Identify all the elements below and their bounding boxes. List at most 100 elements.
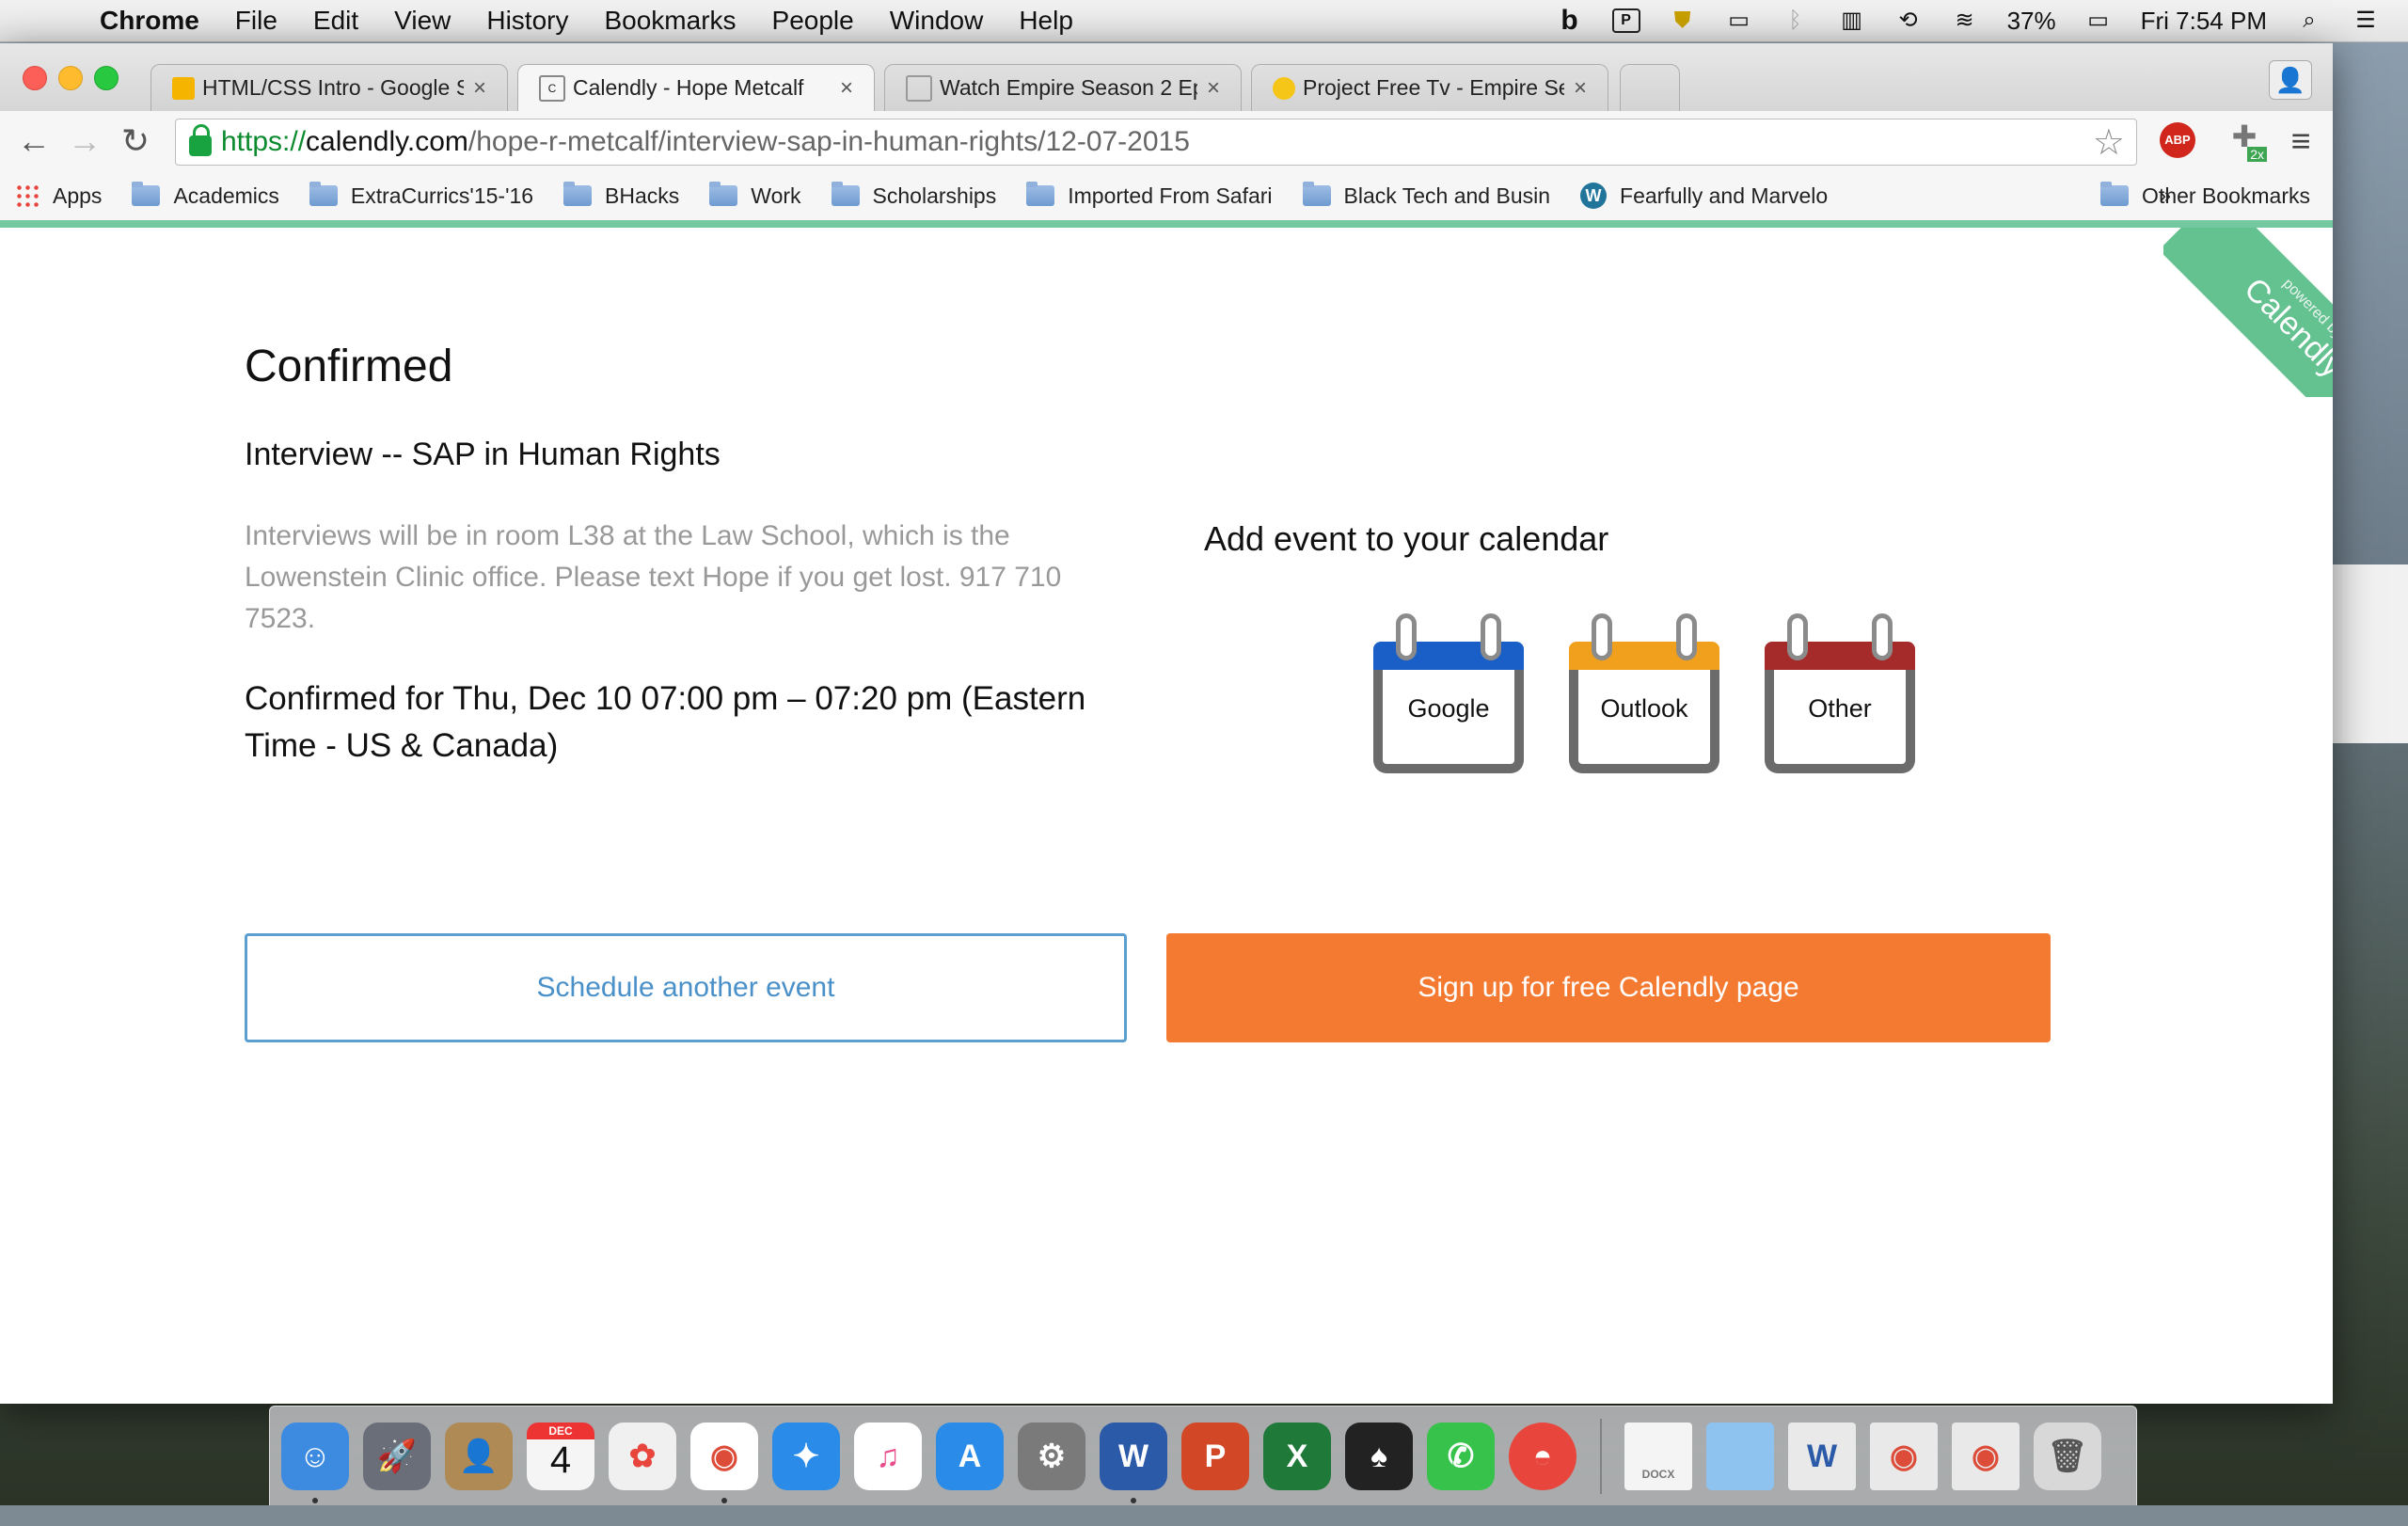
- menu-edit[interactable]: Edit: [313, 6, 358, 36]
- bookmark-label: Black Tech and Busin: [1343, 183, 1551, 208]
- chrome-icon[interactable]: ◉: [690, 1422, 758, 1503]
- chrome-doc-thumb-icon[interactable]: ◉: [1952, 1422, 2020, 1490]
- tab-strip: HTML/CSS Intro - Google S × C Calendly -…: [0, 43, 2333, 111]
- spotlight-search-icon[interactable]: ⌕: [2295, 8, 2323, 33]
- shield-icon[interactable]: ⛊: [1669, 8, 1697, 33]
- tab-project-free-tv[interactable]: Project Free Tv - Empire Se ×: [1251, 64, 1608, 111]
- forward-arrow-icon[interactable]: →: [64, 120, 105, 162]
- menu-file[interactable]: File: [235, 6, 277, 36]
- tab-calendly[interactable]: C Calendly - Hope Metcalf ×: [517, 64, 875, 111]
- wordpress-icon: W: [1580, 183, 1608, 209]
- battery-icon[interactable]: ▭: [2084, 8, 2113, 33]
- finder-icon[interactable]: ☺: [281, 1422, 349, 1503]
- tab-title: HTML/CSS Intro - Google S: [202, 75, 464, 100]
- google-calendar-button[interactable]: Google: [1373, 613, 1524, 773]
- menu-help[interactable]: Help: [1019, 6, 1073, 36]
- powered-by-calendly-ribbon[interactable]: powered by Calendly: [2163, 228, 2333, 397]
- safari-icon[interactable]: ✦: [772, 1422, 840, 1490]
- bookmark-label: ExtraCurrics'15-'16: [350, 183, 534, 208]
- adblock-plus-icon[interactable]: ABP: [2160, 122, 2195, 158]
- zoom-window-button[interactable]: [94, 66, 119, 90]
- chrome-doc-thumb-icon[interactable]: ◉: [1870, 1422, 1938, 1490]
- itunes-icon[interactable]: ♫: [854, 1422, 922, 1490]
- memory-icon[interactable]: ▥: [1838, 8, 1866, 33]
- event-name: Interview -- SAP in Human Rights: [245, 437, 721, 472]
- bookmark-fearfully-marvelous[interactable]: W Fearfully and Marvelo: [1580, 183, 1828, 209]
- reload-icon[interactable]: ↻: [115, 120, 156, 162]
- photos-icon[interactable]: ✿: [609, 1422, 676, 1490]
- running-indicator: [312, 1497, 318, 1503]
- blank-page-icon: [906, 74, 932, 102]
- bluetooth-icon[interactable]: ᛒ: [1782, 8, 1810, 33]
- bookmark-folder-black-tech[interactable]: Black Tech and Busin: [1302, 182, 1551, 209]
- trash-icon[interactable]: 🗑: [2034, 1422, 2101, 1490]
- menu-bookmarks[interactable]: Bookmarks: [604, 6, 736, 36]
- menu-view[interactable]: View: [394, 6, 451, 36]
- facetime-icon[interactable]: ✆: [1427, 1422, 1495, 1490]
- bookmark-folder-academics[interactable]: Academics: [132, 182, 279, 209]
- menubar-clock[interactable]: Fri 7:54 PM: [2141, 7, 2267, 36]
- bookmark-folder-extracurrics[interactable]: ExtraCurrics'15-'16: [309, 182, 534, 209]
- google-slides-icon: [172, 76, 195, 100]
- address-bar[interactable]: https:// calendly.com /hope-r-metcalf/in…: [175, 119, 2137, 166]
- system-preferences-icon[interactable]: ⚙: [1018, 1422, 1085, 1490]
- ribbon-band: powered by Calendly: [2163, 228, 2333, 397]
- menu-people[interactable]: People: [772, 6, 854, 36]
- outlook-calendar-button[interactable]: Outlook: [1569, 613, 1719, 773]
- folder-icon: [563, 182, 593, 206]
- launchpad-icon[interactable]: 🚀: [363, 1422, 431, 1490]
- pocket-p-icon[interactable]: P: [1611, 8, 1640, 33]
- bookmark-folder-imported-safari[interactable]: Imported From Safari: [1026, 182, 1273, 209]
- menu-app-name[interactable]: Chrome: [100, 6, 199, 36]
- chrome-menu-icon[interactable]: ≡: [2280, 120, 2321, 162]
- profile-icon[interactable]: 👤: [2269, 60, 2312, 100]
- battery-percent[interactable]: 37%: [2007, 7, 2056, 36]
- close-tab-icon[interactable]: ×: [1207, 75, 1220, 102]
- minimize-window-button[interactable]: [58, 66, 83, 90]
- powerpoint-icon[interactable]: P: [1181, 1422, 1249, 1490]
- docx-file-icon[interactable]: DOCX: [1624, 1422, 1692, 1490]
- tab-watch-empire[interactable]: Watch Empire Season 2 Ep ×: [884, 64, 1242, 111]
- close-tab-icon[interactable]: ×: [1574, 75, 1587, 102]
- bookmark-label: Imported From Safari: [1068, 183, 1273, 208]
- menu-history[interactable]: History: [486, 6, 568, 36]
- tab-title: Calendly - Hope Metcalf: [573, 75, 804, 100]
- new-tab-button[interactable]: [1620, 64, 1680, 111]
- bookmark-folder-scholarships[interactable]: Scholarships: [831, 182, 996, 209]
- app-store-icon[interactable]: A: [936, 1422, 1004, 1490]
- project-free-tv-icon: [1273, 76, 1295, 100]
- other-calendar-button[interactable]: Other: [1765, 613, 1915, 773]
- browser-toolbar: ← → ↻ https:// calendly.com /hope-r-metc…: [0, 111, 2333, 171]
- calendar-ring-icon: [1481, 613, 1501, 660]
- tab-html-css-intro[interactable]: HTML/CSS Intro - Google S ×: [150, 64, 508, 111]
- extension-puzzle-icon[interactable]: ✚ 2x: [2224, 119, 2267, 162]
- bookmark-folder-other[interactable]: Other Bookmarks: [2100, 182, 2310, 209]
- schedule-another-event-button[interactable]: Schedule another event: [245, 933, 1127, 1042]
- spade-game-icon[interactable]: ♠: [1345, 1422, 1413, 1490]
- wifi-icon[interactable]: ≋: [1951, 8, 1979, 33]
- menu-window[interactable]: Window: [890, 6, 984, 36]
- bitly-icon[interactable]: b: [1556, 7, 1584, 35]
- back-arrow-icon[interactable]: ←: [13, 120, 55, 162]
- word-doc-thumb-icon[interactable]: W: [1788, 1422, 1856, 1490]
- bookmark-folder-bhacks[interactable]: BHacks: [563, 182, 679, 209]
- time-machine-icon[interactable]: ⟲: [1894, 8, 1923, 33]
- calendar-app-icon[interactable]: DEC 4: [527, 1422, 594, 1490]
- bookmark-star-icon[interactable]: ☆: [2093, 121, 2125, 164]
- bookmark-apps[interactable]: Apps: [0, 183, 102, 209]
- word-icon[interactable]: W: [1100, 1422, 1167, 1503]
- airplay-icon[interactable]: ▭: [1725, 8, 1753, 33]
- bookmark-folder-work[interactable]: Work: [709, 182, 801, 209]
- signup-calendly-button[interactable]: Sign up for free Calendly page: [1166, 933, 2051, 1042]
- calendar-option-label: Outlook: [1600, 694, 1688, 723]
- folder-stack-icon[interactable]: [1706, 1422, 1774, 1490]
- sunrise-icon[interactable]: ◓: [1509, 1422, 1576, 1490]
- tab-title: Project Free Tv - Empire Se: [1303, 75, 1564, 100]
- contacts-icon[interactable]: 👤: [445, 1422, 513, 1490]
- excel-icon[interactable]: X: [1263, 1422, 1331, 1490]
- close-window-button[interactable]: [23, 66, 47, 90]
- close-tab-icon[interactable]: ×: [473, 75, 486, 102]
- calendar-option-label: Other: [1808, 694, 1872, 723]
- notification-center-icon[interactable]: ☰: [2352, 8, 2380, 33]
- close-tab-icon[interactable]: ×: [840, 75, 853, 102]
